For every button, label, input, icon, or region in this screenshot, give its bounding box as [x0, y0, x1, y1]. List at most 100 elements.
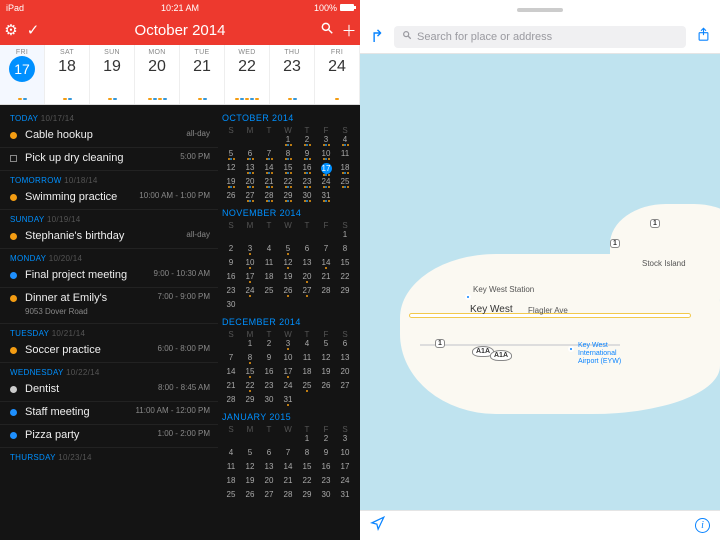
mini-calendars[interactable]: OCTOBER 2014SMTWTFS123456789101112131415… [218, 105, 360, 540]
mini-day[interactable]: 1 [298, 434, 316, 447]
mini-day[interactable]: 23 [298, 177, 316, 190]
mini-day[interactable]: 3 [241, 244, 259, 257]
mini-day[interactable]: 4 [336, 135, 354, 148]
mini-day[interactable]: 9 [317, 448, 335, 461]
mini-day[interactable]: 12 [222, 163, 240, 176]
mini-day[interactable]: 27 [298, 286, 316, 299]
mini-day[interactable]: 2 [222, 244, 240, 257]
event-row[interactable]: Soccer practice6:00 - 8:00 PM [0, 340, 218, 363]
mini-day[interactable]: 24 [336, 476, 354, 489]
mini-day[interactable]: 2 [260, 339, 278, 352]
mini-day[interactable]: 21 [260, 177, 278, 190]
mini-day[interactable]: 28 [222, 395, 240, 408]
mini-day[interactable]: 26 [222, 191, 240, 204]
share-icon[interactable] [692, 27, 714, 47]
mini-day[interactable]: 7 [279, 448, 297, 461]
mini-day[interactable]: 19 [222, 177, 240, 190]
mini-day[interactable]: 15 [241, 367, 259, 380]
mini-day[interactable]: 14 [222, 367, 240, 380]
event-row[interactable]: Swimming practice10:00 AM - 1:00 PM [0, 187, 218, 210]
mini-day[interactable]: 1 [241, 339, 259, 352]
mini-day[interactable]: 29 [241, 395, 259, 408]
mini-day[interactable]: 30 [298, 191, 316, 204]
mini-day[interactable]: 20 [260, 476, 278, 489]
mini-day[interactable]: 6 [336, 339, 354, 352]
event-row[interactable]: Pizza party1:00 - 2:00 PM [0, 425, 218, 448]
mini-day[interactable]: 19 [241, 476, 259, 489]
mini-month-grid[interactable]: 1234567891011121314151617181920212223242… [222, 230, 354, 313]
mini-day[interactable]: 25 [298, 381, 316, 394]
mini-day[interactable]: 17 [336, 462, 354, 475]
event-row[interactable]: Staff meeting11:00 AM - 12:00 PM [0, 402, 218, 425]
mini-day[interactable]: 25 [222, 490, 240, 503]
mini-day[interactable]: 8 [336, 244, 354, 257]
mini-day[interactable]: 14 [260, 163, 278, 176]
mini-day[interactable]: 24 [279, 381, 297, 394]
mini-day[interactable]: 29 [279, 191, 297, 204]
day-column[interactable]: MON20 [135, 45, 180, 104]
mini-day[interactable]: 21 [279, 476, 297, 489]
map-poi-label[interactable]: Key West [578, 342, 608, 350]
mini-day[interactable]: 12 [241, 462, 259, 475]
mini-day[interactable]: 17 [317, 163, 335, 176]
mini-day[interactable]: 11 [298, 353, 316, 366]
event-row[interactable]: Dentist8:00 - 8:45 AM [0, 379, 218, 402]
mini-day[interactable]: 23 [317, 476, 335, 489]
mini-day[interactable]: 16 [260, 367, 278, 380]
mini-day[interactable]: 21 [222, 381, 240, 394]
gear-icon[interactable]: ⚙ [0, 21, 22, 39]
event-list[interactable]: TODAY 10/17/14Cable hookupall-dayPick up… [0, 105, 218, 540]
mini-day[interactable]: 8 [241, 353, 259, 366]
day-column[interactable]: TUE21 [180, 45, 225, 104]
locate-me-icon[interactable] [370, 516, 385, 536]
mini-day[interactable]: 31 [279, 395, 297, 408]
day-column[interactable]: FRI24 [315, 45, 360, 104]
mini-day[interactable]: 28 [260, 191, 278, 204]
mini-day[interactable]: 9 [298, 149, 316, 162]
map-poi-label[interactable]: Airport (EYW) [578, 358, 621, 366]
mini-day[interactable]: 6 [241, 149, 259, 162]
mini-day[interactable]: 13 [298, 258, 316, 271]
mini-day[interactable]: 5 [222, 149, 240, 162]
mini-day[interactable]: 8 [279, 149, 297, 162]
event-row[interactable]: Dinner at Emily's9053 Dover Road7:00 - 9… [0, 288, 218, 324]
mini-month-grid[interactable]: 1234567891011121314151617181920212223242… [222, 135, 354, 204]
mini-day[interactable]: 4 [298, 339, 316, 352]
mini-day[interactable]: 1 [336, 230, 354, 243]
mini-day[interactable]: 10 [317, 149, 335, 162]
mini-day[interactable]: 29 [336, 286, 354, 299]
mini-day[interactable]: 13 [260, 462, 278, 475]
add-icon[interactable]: ＋ [338, 20, 360, 41]
mini-day[interactable]: 24 [317, 177, 335, 190]
mini-day[interactable]: 23 [222, 286, 240, 299]
mini-day[interactable]: 22 [336, 272, 354, 285]
mini-day[interactable]: 15 [336, 258, 354, 271]
search-input[interactable]: Search for place or address [394, 26, 686, 48]
mini-day[interactable]: 31 [317, 191, 335, 204]
mini-day[interactable]: 25 [260, 286, 278, 299]
mini-day[interactable]: 30 [222, 300, 240, 313]
mini-day[interactable]: 16 [222, 272, 240, 285]
mini-day[interactable]: 13 [336, 353, 354, 366]
mini-day[interactable]: 10 [336, 448, 354, 461]
search-icon[interactable] [316, 21, 338, 39]
mini-day[interactable]: 27 [260, 490, 278, 503]
mini-day[interactable]: 31 [336, 490, 354, 503]
info-icon[interactable]: i [695, 518, 710, 533]
map-poi-dot[interactable] [465, 294, 471, 300]
mini-day[interactable]: 19 [317, 367, 335, 380]
mini-day[interactable]: 14 [279, 462, 297, 475]
mini-day[interactable]: 11 [260, 258, 278, 271]
mini-day[interactable]: 27 [336, 381, 354, 394]
mini-day[interactable]: 6 [260, 448, 278, 461]
mini-day[interactable]: 22 [241, 381, 259, 394]
mini-day[interactable]: 21 [317, 272, 335, 285]
mini-day[interactable]: 8 [298, 448, 316, 461]
mini-day[interactable]: 24 [241, 286, 259, 299]
mini-day[interactable]: 14 [317, 258, 335, 271]
mini-day[interactable]: 7 [222, 353, 240, 366]
mini-day[interactable]: 18 [336, 163, 354, 176]
mini-day[interactable]: 3 [336, 434, 354, 447]
mini-day[interactable]: 3 [317, 135, 335, 148]
mini-day[interactable]: 30 [317, 490, 335, 503]
